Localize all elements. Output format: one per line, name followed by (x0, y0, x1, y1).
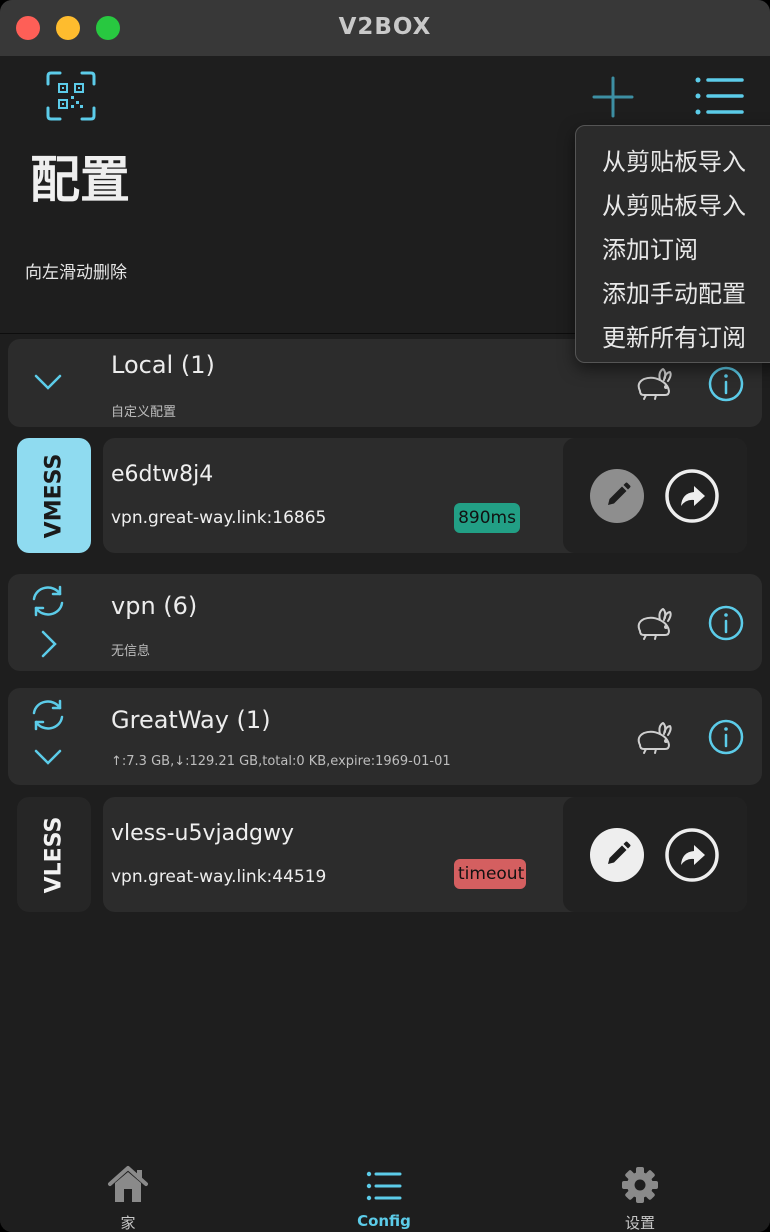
info-icon[interactable] (708, 719, 744, 755)
group-name: Local (1) (111, 351, 215, 379)
pencil-icon (608, 482, 631, 505)
nav-label: 家 (120, 1214, 136, 1232)
add-button[interactable] (588, 72, 638, 122)
info-icon[interactable] (708, 366, 744, 402)
chevron-down-icon[interactable] (34, 373, 62, 391)
group-subtitle: ↑:7.3 GB,↓:129.21 GB,total:0 KB,expire:1… (111, 754, 451, 769)
page-title: 配置 (30, 151, 130, 209)
protocol-tag: VLESS (17, 797, 91, 912)
menu-item-update-all-subscriptions[interactable]: 更新所有订阅 (602, 318, 746, 353)
nav-item-settings[interactable]: 设置 (590, 1160, 690, 1232)
refresh-icon[interactable] (29, 584, 67, 618)
window-title: V2BOX (338, 14, 432, 40)
gear-icon (622, 1167, 658, 1203)
config-actions (563, 438, 747, 553)
bottom-nav: 家 Config 设置 (0, 1160, 770, 1232)
group-subtitle: 自定义配置 (111, 405, 177, 420)
config-name: vless-u5vjadgwy (111, 821, 295, 846)
latency-badge: 890ms (454, 503, 520, 533)
chevron-down-icon[interactable] (34, 748, 62, 766)
share-button[interactable] (665, 469, 719, 523)
rabbit-speed-icon[interactable] (632, 367, 676, 401)
qr-scan-button[interactable] (44, 70, 98, 122)
chevron-right-icon[interactable] (40, 630, 58, 658)
add-menu-popup: 从剪贴板导入 从剪贴板导入 添加订阅 添加手动配置 更新所有订阅 (575, 125, 770, 363)
protocol-tag: VMESS (17, 438, 91, 553)
qr-code-icon (46, 71, 96, 121)
config-card[interactable]: vless-u5vjadgwy vpn.great-way.link:44519… (103, 797, 747, 912)
nav-item-home[interactable]: 家 (78, 1160, 178, 1232)
share-button[interactable] (665, 828, 719, 882)
list-icon (695, 77, 744, 115)
rabbit-speed-icon[interactable] (632, 607, 676, 641)
group-subtitle: 无信息 (111, 644, 151, 659)
edit-button[interactable] (590, 469, 644, 523)
menu-item-import-clipboard[interactable]: 从剪贴板导入 (602, 142, 746, 177)
list-icon (366, 1171, 402, 1201)
swipe-hint: 向左滑动删除 (25, 263, 127, 283)
config-card[interactable]: e6dtw8j4 vpn.great-way.link:16865 890ms (103, 438, 747, 553)
share-arrow-icon (665, 828, 719, 882)
share-arrow-icon (665, 469, 719, 523)
nav-label: 设置 (624, 1214, 655, 1232)
config-name: e6dtw8j4 (111, 462, 214, 487)
home-icon (108, 1166, 148, 1202)
config-actions (563, 797, 747, 912)
nav-label: Config (357, 1212, 411, 1230)
app-window: V2BOX 配置 向左滑动删除 Local (1) 自定义配置 VMESS e6… (0, 0, 770, 1232)
protocol-label: VMESS (41, 453, 67, 538)
group-greatway[interactable]: GreatWay (1) ↑:7.3 GB,↓:129.21 GB,total:… (8, 688, 762, 785)
menu-button[interactable] (690, 74, 748, 118)
info-icon[interactable] (708, 605, 744, 641)
refresh-icon[interactable] (29, 698, 67, 732)
menu-item-add-manual-config[interactable]: 添加手动配置 (602, 274, 746, 309)
group-name: GreatWay (1) (111, 706, 271, 734)
config-address: vpn.great-way.link:16865 (111, 508, 327, 528)
protocol-label: VLESS (41, 816, 67, 893)
latency-badge: timeout (454, 859, 526, 889)
menu-item-import-clipboard-2[interactable]: 从剪贴板导入 (602, 186, 746, 221)
nav-item-config[interactable]: Config (334, 1160, 434, 1232)
edit-button[interactable] (590, 828, 644, 882)
plus-icon (592, 76, 634, 118)
menu-item-add-subscription[interactable]: 添加订阅 (602, 230, 698, 265)
title-bar: V2BOX (0, 0, 770, 56)
config-address: vpn.great-way.link:44519 (111, 867, 327, 887)
pencil-icon (608, 841, 631, 864)
rabbit-speed-icon[interactable] (632, 721, 676, 755)
group-vpn[interactable]: vpn (6) 无信息 (8, 574, 762, 671)
group-name: vpn (6) (111, 592, 198, 620)
